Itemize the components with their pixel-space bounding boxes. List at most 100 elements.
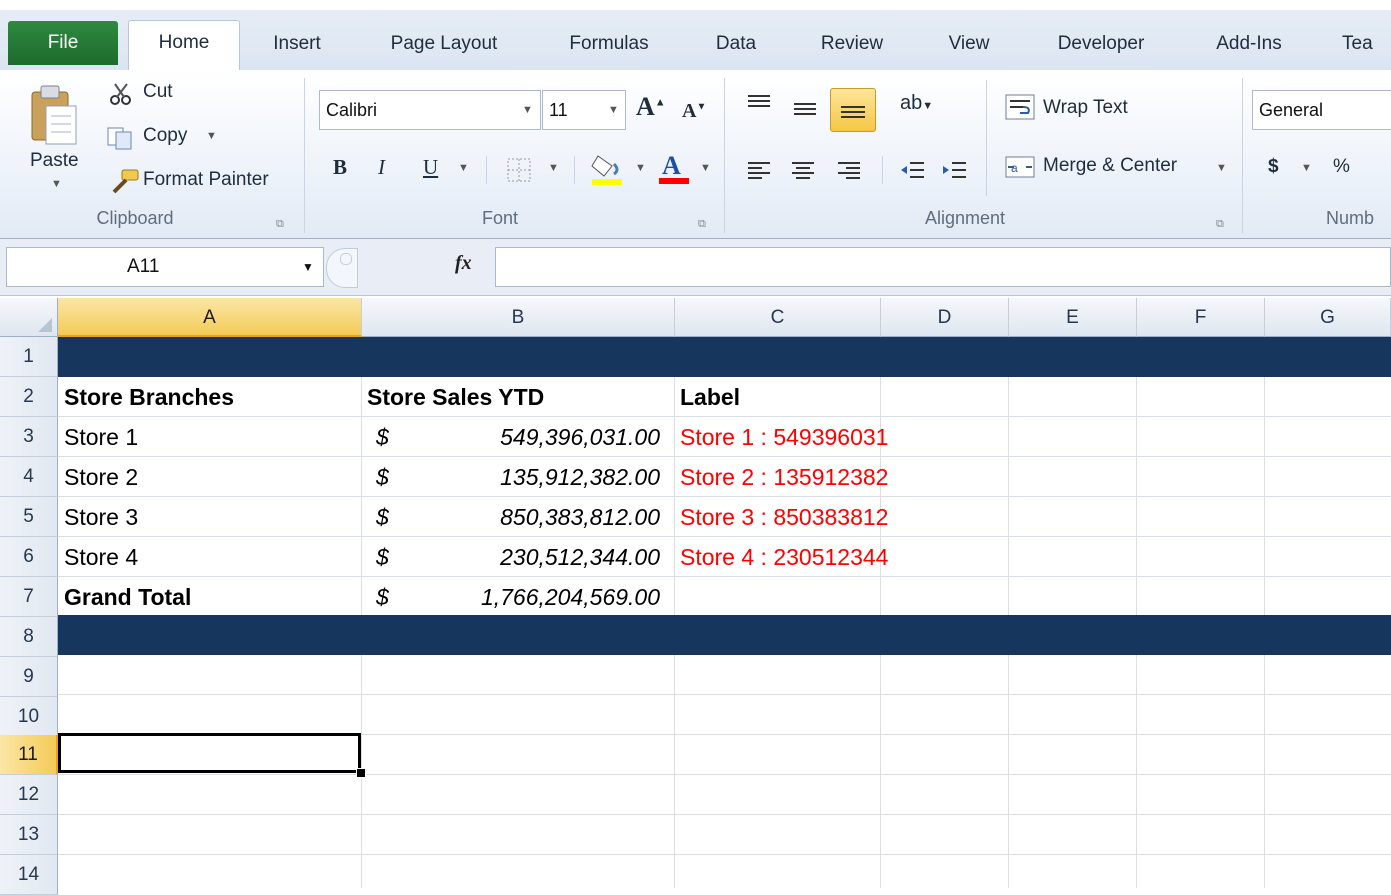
active-cell-a11[interactable] (58, 733, 361, 773)
row-header-5[interactable]: 5 (0, 497, 58, 537)
currency-dropdown-icon[interactable]: ▼ (1301, 162, 1312, 174)
wrap-text-icon[interactable] (1005, 94, 1035, 120)
row-header-12[interactable]: 12 (0, 775, 58, 815)
font-size-dropdown-icon[interactable]: ▼ (608, 104, 619, 116)
clipboard-launcher-icon[interactable]: ⧉ (276, 218, 284, 231)
font-color-icon[interactable]: A (657, 150, 693, 186)
row-header-2[interactable]: 2 (0, 377, 58, 417)
font-launcher-icon[interactable]: ⧉ (698, 218, 706, 231)
increase-indent-icon[interactable] (940, 158, 968, 184)
tab-team[interactable]: Tea (1342, 22, 1391, 66)
copy-button[interactable]: Copy (143, 125, 187, 147)
alignment-launcher-icon[interactable]: ⧉ (1216, 218, 1224, 231)
cell-b5-currency: $ (376, 504, 389, 530)
fill-color-icon[interactable] (590, 152, 626, 186)
formula-input[interactable] (495, 247, 1391, 287)
tab-review[interactable]: Review (812, 22, 892, 66)
cut-button[interactable]: Cut (143, 81, 173, 103)
row-header-1[interactable]: 1 (0, 337, 58, 377)
column-header-a[interactable]: A (58, 298, 362, 337)
percent-icon[interactable]: % (1333, 156, 1350, 178)
name-box-dropdown-icon[interactable]: ▼ (302, 260, 314, 274)
format-painter-button[interactable]: Format Painter (143, 169, 269, 191)
row-header-10[interactable]: 10 (0, 697, 58, 737)
underline-dropdown-icon[interactable]: ▼ (458, 162, 469, 174)
tab-developer[interactable]: Developer (1044, 22, 1158, 66)
font-name-dropdown-icon[interactable]: ▼ (522, 104, 533, 116)
cell-b7[interactable]: 1,766,204,569.00 (400, 577, 660, 617)
align-top-icon[interactable] (746, 92, 772, 116)
cell-b5[interactable]: 850,383,812.00 (400, 497, 660, 537)
cell-c3[interactable]: Store 1 : 549396031 (680, 417, 888, 457)
font-name-select[interactable]: Calibri (319, 90, 541, 130)
wrap-text-button[interactable]: Wrap Text (1043, 97, 1128, 119)
column-header-c[interactable]: C (675, 298, 881, 337)
merge-center-button[interactable]: Merge & Center (1043, 155, 1177, 177)
row-header-3[interactable]: 3 (0, 417, 58, 457)
tab-view[interactable]: View (938, 22, 1000, 66)
tab-page-layout[interactable]: Page Layout (378, 22, 510, 66)
align-middle-icon[interactable] (792, 98, 818, 122)
merge-dropdown-icon[interactable]: ▼ (1216, 162, 1227, 174)
copy-dropdown-icon[interactable]: ▼ (206, 130, 217, 142)
tab-home[interactable]: Home (128, 20, 240, 72)
row-header-8[interactable]: 8 (0, 617, 58, 657)
fill-color-dropdown-icon[interactable]: ▼ (635, 162, 646, 174)
row-header-4[interactable]: 4 (0, 457, 58, 497)
column-header-b[interactable]: B (362, 298, 675, 337)
number-format-select[interactable]: General (1252, 90, 1391, 130)
row-header-7[interactable]: 7 (0, 577, 58, 617)
row-header-9[interactable]: 9 (0, 657, 58, 697)
align-bottom-icon[interactable] (830, 88, 876, 132)
tab-formulas[interactable]: Formulas (557, 22, 661, 66)
fill-handle[interactable] (356, 768, 366, 778)
grow-font-icon[interactable]: A▲ (636, 92, 666, 122)
cell-a2[interactable]: Store Branches (64, 377, 234, 417)
align-left-icon[interactable] (746, 158, 772, 184)
column-header-g[interactable]: G (1265, 298, 1391, 337)
borders-dropdown-icon[interactable]: ▼ (548, 162, 559, 174)
align-right-icon[interactable] (836, 158, 862, 184)
bold-icon[interactable]: B (333, 155, 347, 180)
shrink-font-icon[interactable]: A▼ (682, 100, 706, 123)
tab-file[interactable]: File (8, 21, 118, 65)
paste-button[interactable]: Paste (30, 150, 79, 172)
column-header-d[interactable]: D (881, 298, 1009, 337)
function-icon[interactable]: fx (455, 252, 472, 275)
cell-c4[interactable]: Store 2 : 135912382 (680, 457, 888, 497)
paste-icon[interactable] (26, 82, 82, 148)
row-header-14[interactable]: 14 (0, 855, 58, 895)
column-header-f[interactable]: F (1137, 298, 1265, 337)
row-header-11[interactable]: 11 (0, 735, 58, 775)
cell-a5[interactable]: Store 3 (64, 497, 138, 537)
cell-a4[interactable]: Store 2 (64, 457, 138, 497)
cell-b3[interactable]: 549,396,031.00 (400, 417, 660, 457)
cell-b6[interactable]: 230,512,344.00 (400, 537, 660, 577)
orientation-icon[interactable]: ab▼ (900, 92, 933, 115)
row-header-6[interactable]: 6 (0, 537, 58, 577)
currency-icon[interactable]: $ (1268, 156, 1279, 178)
merge-center-icon[interactable]: a (1005, 154, 1035, 180)
decrease-indent-icon[interactable] (898, 158, 926, 184)
italic-icon[interactable]: I (378, 155, 385, 180)
borders-icon[interactable] (505, 156, 533, 184)
cell-c6[interactable]: Store 4 : 230512344 (680, 537, 888, 577)
cell-b2[interactable]: Store Sales YTD (367, 377, 544, 417)
row-header-13[interactable]: 13 (0, 815, 58, 855)
cell-a6[interactable]: Store 4 (64, 537, 138, 577)
tab-add-ins[interactable]: Add-Ins (1204, 22, 1294, 66)
paste-dropdown-icon[interactable]: ▼ (51, 178, 62, 190)
tab-insert[interactable]: Insert (265, 22, 329, 66)
cell-c2[interactable]: Label (680, 377, 740, 417)
cell-b4[interactable]: 135,912,382.00 (400, 457, 660, 497)
font-color-dropdown-icon[interactable]: ▼ (700, 162, 711, 174)
cell-a3[interactable]: Store 1 (64, 417, 138, 457)
cell-c5[interactable]: Store 3 : 850383812 (680, 497, 888, 537)
select-all-corner[interactable] (0, 298, 58, 337)
column-header-e[interactable]: E (1009, 298, 1137, 337)
align-center-icon[interactable] (790, 158, 816, 184)
name-box[interactable]: A11 ▼ (6, 247, 324, 287)
tab-data[interactable]: Data (707, 22, 765, 66)
underline-icon[interactable]: U (423, 155, 438, 180)
cell-a7[interactable]: Grand Total (64, 577, 191, 617)
